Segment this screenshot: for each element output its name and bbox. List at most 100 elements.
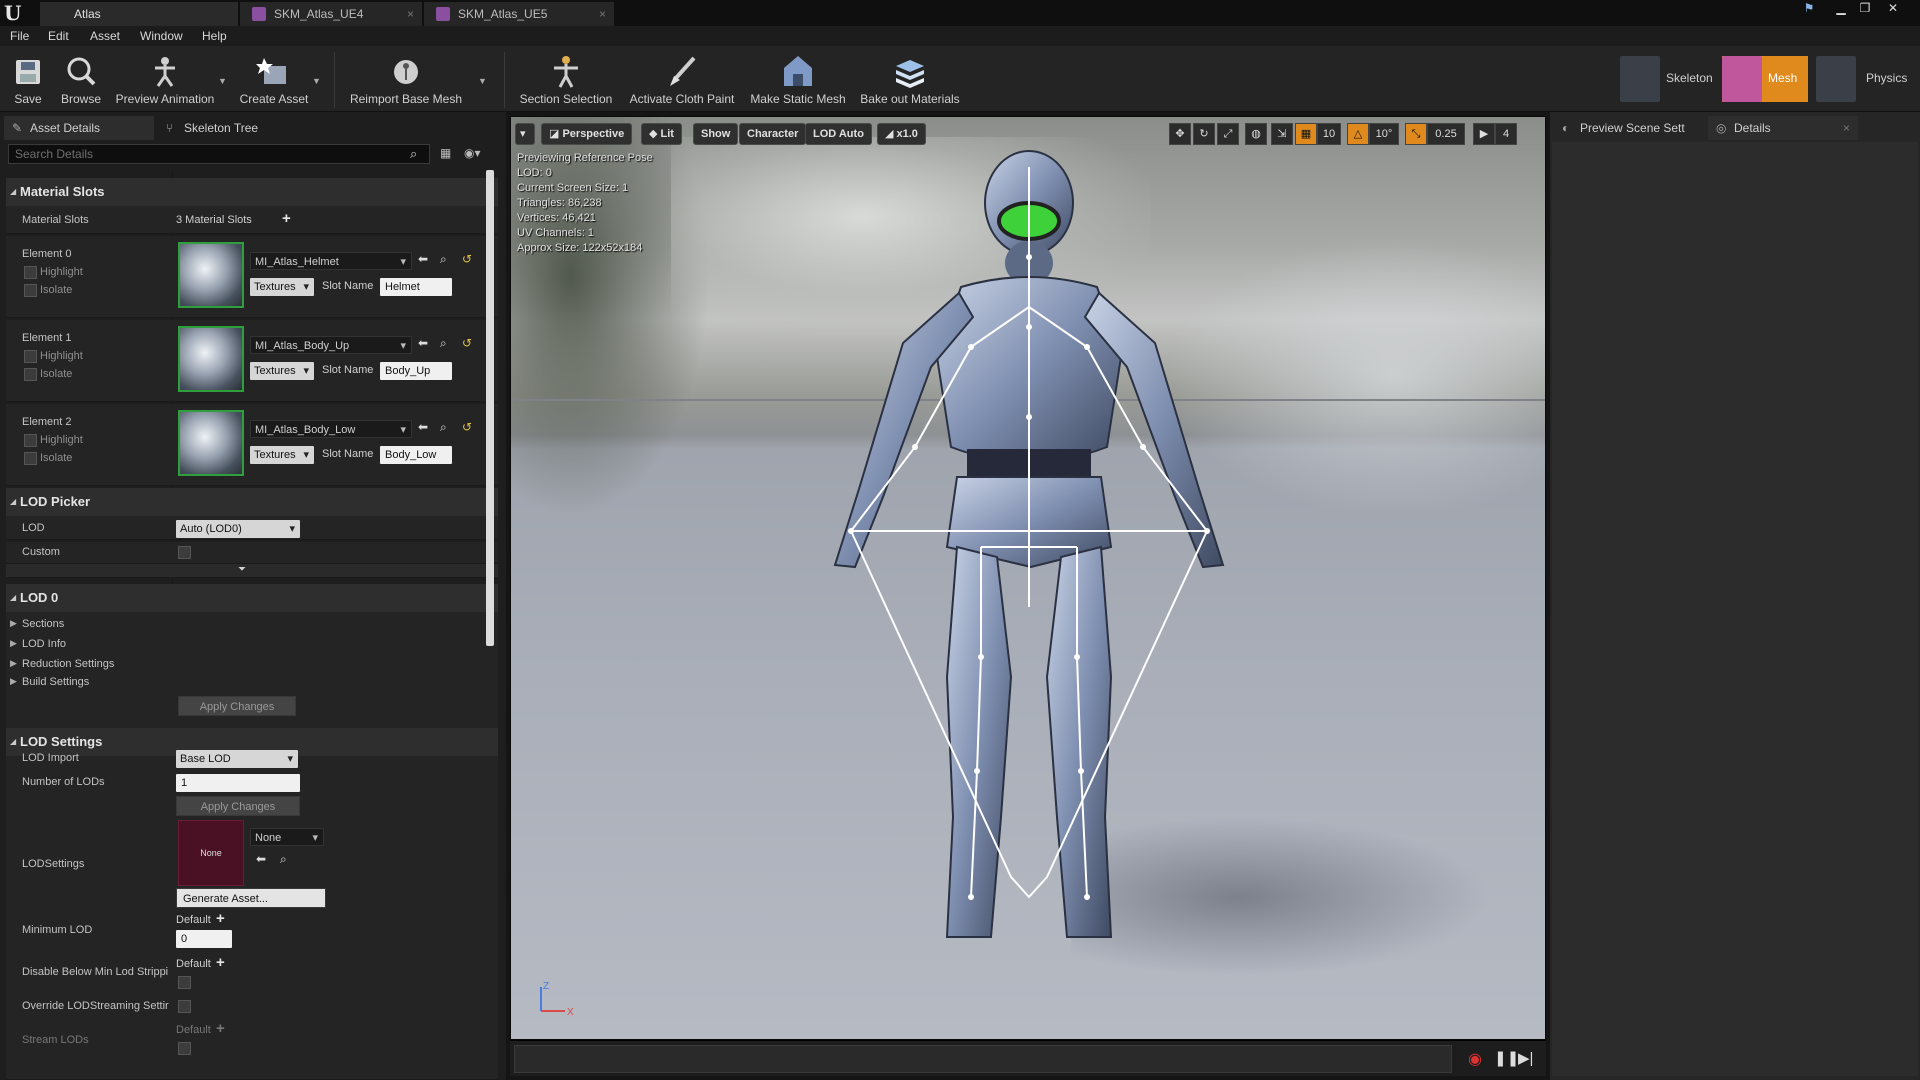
grid-snap-icon[interactable]: ▦ xyxy=(1295,123,1317,145)
search-icon[interactable]: ⌕ xyxy=(410,146,417,162)
record-icon[interactable]: ◉ xyxy=(1468,1049,1482,1069)
perspective-button[interactable]: ◪ Perspective xyxy=(541,123,633,145)
menu-edit[interactable]: Edit xyxy=(48,29,69,43)
lod-import-dropdown[interactable]: Base LOD xyxy=(176,750,298,768)
slot-name-input[interactable]: Body_Low xyxy=(380,446,452,464)
minimum-lod-input[interactable]: 0 xyxy=(176,930,232,948)
expand-arrow-icon[interactable]: ▶ xyxy=(10,618,17,629)
lod0-lod-info[interactable]: LOD Info xyxy=(22,638,66,650)
scale-icon[interactable]: ⤢ xyxy=(1217,123,1239,145)
browse-icon[interactable]: ⌕ xyxy=(440,420,447,435)
use-selected-arrow-icon[interactable]: ⬅ xyxy=(418,420,428,434)
restore-button[interactable]: ❐ xyxy=(1852,0,1878,18)
material-select[interactable]: MI_Atlas_Body_Up xyxy=(250,336,412,355)
scale-snap-value[interactable]: 0.25 xyxy=(1427,123,1465,145)
chevron-down-icon[interactable]: ▼ xyxy=(478,76,487,86)
category-lod-0[interactable]: LOD 0 xyxy=(6,584,498,612)
lit-button[interactable]: ◆ Lit xyxy=(641,123,682,145)
chevron-down-icon[interactable]: ▼ xyxy=(312,76,321,86)
section-selection-button[interactable]: Section Selection xyxy=(516,50,616,110)
number-of-lods-input[interactable]: 1 xyxy=(176,774,300,792)
lod-dropdown[interactable]: Auto (LOD0) xyxy=(176,520,300,538)
playback-speed-button[interactable]: ◢ x1.0 xyxy=(877,123,926,145)
slot-name-input[interactable]: Helmet xyxy=(380,278,452,296)
browse-icon[interactable]: ⌕ xyxy=(440,252,447,267)
viewport[interactable]: ▾ ◪ Perspective ◆ Lit Show Character LOD… xyxy=(510,116,1546,1040)
tab-details[interactable]: ◎ Details × xyxy=(1708,116,1858,140)
expand-arrow-icon[interactable]: ▶ xyxy=(10,658,17,669)
rotation-snap-value[interactable]: 10° xyxy=(1369,123,1399,145)
chevron-down-icon[interactable]: ⏷ xyxy=(238,564,246,575)
mode-physics-button[interactable]: Physics xyxy=(1816,56,1916,102)
expand-arrow-icon[interactable]: ▶ xyxy=(10,676,17,687)
use-selected-arrow-icon[interactable]: ⬅ xyxy=(418,252,428,266)
textures-dropdown[interactable]: Textures xyxy=(250,446,314,464)
pause-icon[interactable]: ❚❚ xyxy=(1494,1049,1519,1067)
scale-snap-icon[interactable]: ⤡ xyxy=(1405,123,1427,145)
source-control-icon[interactable]: ⚑ xyxy=(1796,0,1822,18)
activate-cloth-paint-button[interactable]: Activate Cloth Paint xyxy=(624,50,740,110)
material-thumbnail[interactable] xyxy=(178,326,244,392)
slot-name-input[interactable]: Body_Up xyxy=(380,362,452,380)
textures-dropdown[interactable]: Textures xyxy=(250,278,314,296)
stream-lods-checkbox[interactable] xyxy=(178,1042,191,1055)
add-platform-override-icon[interactable]: + xyxy=(216,910,225,927)
translate-icon[interactable]: ✥ xyxy=(1169,123,1191,145)
menu-asset[interactable]: Asset xyxy=(90,29,120,43)
lodsettings-select[interactable]: None xyxy=(250,828,324,847)
apply-changes-button[interactable]: Apply Changes xyxy=(176,796,300,816)
close-window-button[interactable]: ✕ xyxy=(1880,0,1906,18)
document-tab-skm-atlas-ue5[interactable]: SKM_Atlas_UE5 × xyxy=(424,2,614,26)
browse-icon[interactable]: ⌕ xyxy=(440,336,447,351)
preview-animation-button[interactable]: Preview Animation xyxy=(110,50,220,110)
browse-icon[interactable]: ⌕ xyxy=(280,852,287,867)
disable-below-min-lod-checkbox[interactable] xyxy=(178,976,191,989)
create-asset-button[interactable]: Create Asset xyxy=(236,50,312,110)
timeline-track[interactable] xyxy=(514,1045,1452,1073)
minimize-button[interactable]: ▁ xyxy=(1828,0,1854,18)
browse-button[interactable]: Browse xyxy=(56,50,106,110)
mode-mesh-button[interactable]: Mesh xyxy=(1722,56,1808,102)
rotation-snap-icon[interactable]: △ xyxy=(1347,123,1369,145)
close-icon[interactable]: × xyxy=(599,2,606,26)
search-input[interactable]: Search Details xyxy=(8,144,430,164)
advanced-expander[interactable] xyxy=(6,564,498,578)
textures-dropdown[interactable]: Textures xyxy=(250,362,314,380)
save-button[interactable]: Save xyxy=(6,50,50,110)
camera-speed-value[interactable]: 4 xyxy=(1495,123,1517,145)
apply-changes-button[interactable]: Apply Changes xyxy=(178,696,296,716)
eye-icon[interactable]: ◉▾ xyxy=(464,146,481,160)
lod-auto-button[interactable]: LOD Auto xyxy=(805,123,872,145)
document-tab-atlas[interactable]: Atlas xyxy=(40,2,238,26)
surface-snap-icon[interactable]: ⇲ xyxy=(1271,123,1293,145)
step-forward-icon[interactable]: ▶| xyxy=(1518,1049,1533,1067)
lod0-build-settings[interactable]: Build Settings xyxy=(22,676,89,688)
material-select[interactable]: MI_Atlas_Helmet xyxy=(250,252,412,271)
menu-file[interactable]: File xyxy=(10,29,29,43)
isolate-checkbox[interactable] xyxy=(24,284,37,297)
details-list[interactable]: Material Slots Material Slots 3 Material… xyxy=(0,170,498,1080)
make-static-mesh-button[interactable]: Make Static Mesh xyxy=(746,50,850,110)
lodsettings-thumbnail[interactable]: None xyxy=(178,820,244,886)
show-button[interactable]: Show xyxy=(693,123,739,145)
highlight-checkbox[interactable] xyxy=(24,266,37,279)
reset-icon[interactable]: ↺ xyxy=(462,420,472,434)
reset-icon[interactable]: ↺ xyxy=(462,252,472,266)
menu-help[interactable]: Help xyxy=(202,29,227,43)
world-local-icon[interactable]: ◍ xyxy=(1245,123,1267,145)
lod0-sections[interactable]: Sections xyxy=(22,618,64,630)
generate-asset-button[interactable]: Generate Asset... xyxy=(176,888,326,908)
document-tab-skm-atlas-ue4[interactable]: SKM_Atlas_UE4 × xyxy=(240,2,422,26)
highlight-checkbox[interactable] xyxy=(24,434,37,447)
tab-skeleton-tree[interactable]: ⑂ Skeleton Tree xyxy=(158,116,300,140)
category-material-slots[interactable]: Material Slots xyxy=(6,178,498,206)
chevron-down-icon[interactable]: ▼ xyxy=(218,76,227,86)
close-icon[interactable]: × xyxy=(1843,116,1850,140)
category-lod-picker[interactable]: LOD Picker xyxy=(6,488,498,516)
character-button[interactable]: Character xyxy=(739,123,807,145)
add-material-slot-icon[interactable]: + xyxy=(282,210,291,227)
lod0-reduction-settings[interactable]: Reduction Settings xyxy=(22,658,114,670)
tab-preview-scene-settings[interactable]: ◐ Preview Scene Sett xyxy=(1554,116,1704,140)
close-icon[interactable]: × xyxy=(407,2,414,26)
isolate-checkbox[interactable] xyxy=(24,452,37,465)
